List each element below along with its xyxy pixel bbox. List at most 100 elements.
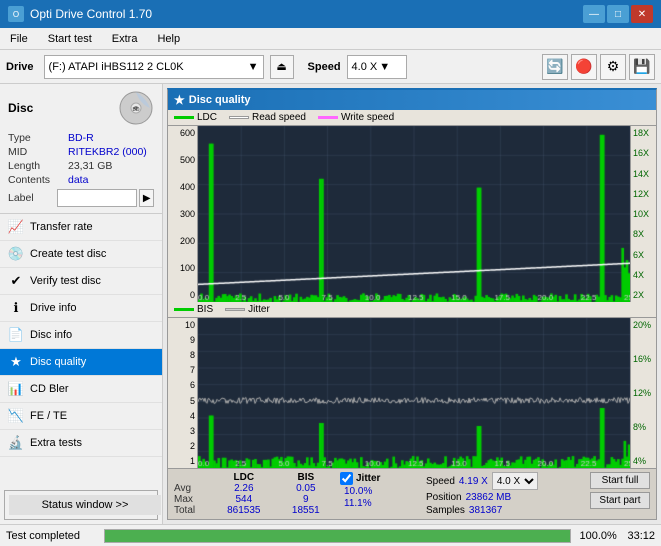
disc-type-row: Type BD-R <box>8 132 154 144</box>
top-chart-y-left: 600 500 400 300 200 100 0 <box>168 126 198 302</box>
jitter-section: Jitter 10.0% 11.1% <box>340 472 420 509</box>
disc-info-icon: 📄 <box>8 327 24 343</box>
disc-mid-row: MID RITEKBR2 (000) <box>8 146 154 158</box>
read-speed-color <box>229 116 249 119</box>
disc-length-label: Length <box>8 160 68 172</box>
top-chart-y-right: 18X 16X 14X 12X 10X 8X 6X 4X 2X <box>630 126 656 302</box>
stats-section: LDC BIS Avg 2.26 0.05 Max 544 9 <box>168 468 656 519</box>
disc-label-input[interactable] <box>57 189 137 207</box>
content-area: ★ Disc quality LDC Read speed Write spee… <box>163 84 661 524</box>
stats-avg-label: Avg <box>174 483 210 494</box>
jitter-checkbox[interactable] <box>340 472 353 485</box>
nav-create-test-disc[interactable]: 💿 Create test disc <box>0 241 162 268</box>
verify-test-disc-icon: ✔ <box>8 273 24 289</box>
bottom-chart-y-right: 20% 16% 12% 8% 4% <box>630 318 656 468</box>
nav-extra-tests-label: Extra tests <box>30 437 82 449</box>
main-layout: Disc BD Type BD-R MID RITEKBR2 (000) Len… <box>0 84 661 524</box>
refresh-button[interactable]: 🔄 <box>542 54 568 80</box>
cd-bler-icon: 📊 <box>8 381 24 397</box>
disc-quality-icon: ★ <box>8 354 24 370</box>
nav-verify-test-disc[interactable]: ✔ Verify test disc <box>0 268 162 295</box>
nav-create-test-disc-label: Create test disc <box>30 248 106 260</box>
status-time: 33:12 <box>627 530 655 542</box>
nav-drive-info-label: Drive info <box>30 302 76 314</box>
stats-total-bis: 18551 <box>278 505 334 516</box>
nav-transfer-rate[interactable]: 📈 Transfer rate <box>0 214 162 241</box>
menu-start-test[interactable]: Start test <box>42 31 98 47</box>
disc-quality-panel: ★ Disc quality LDC Read speed Write spee… <box>167 88 657 520</box>
start-full-button[interactable]: Start full <box>590 472 650 489</box>
drive-label: Drive <box>6 61 34 73</box>
nav-fe-te[interactable]: 📉 FE / TE <box>0 403 162 430</box>
disc-mid-label: MID <box>8 146 68 158</box>
close-button[interactable]: ✕ <box>631 5 653 23</box>
nav-extra-tests[interactable]: 🔬 Extra tests <box>0 430 162 457</box>
menu-help[interactable]: Help <box>151 31 186 47</box>
speed-display: 4.19 X <box>459 476 488 487</box>
status-bar: Test completed 100.0% 33:12 <box>0 524 661 546</box>
jitter-header-row: Jitter <box>340 472 420 485</box>
settings-button[interactable]: ⚙ <box>600 54 626 80</box>
top-chart-main <box>198 126 630 302</box>
bis-color <box>174 308 194 311</box>
panel-header-icon: ★ <box>174 93 185 107</box>
action-buttons: 🔄 🔴 ⚙ 💾 <box>542 54 655 80</box>
stats-max-jitter: 11.1% <box>340 498 420 509</box>
fe-te-icon: 📉 <box>8 408 24 424</box>
disc-label-label: Label <box>8 192 55 204</box>
speed-position-section: Speed 4.19 X 4.0 X 2.0 X 8.0 X Position … <box>426 472 538 516</box>
disc-contents-val: data <box>68 174 88 186</box>
burn-button[interactable]: 🔴 <box>571 54 597 80</box>
nav-disc-quality[interactable]: ★ Disc quality <box>0 349 162 376</box>
disc-length-val: 23,31 GB <box>68 160 112 172</box>
drive-selector[interactable]: (F:) ATAPI iHBS112 2 CL0K ▼ <box>44 55 264 79</box>
bis-label: BIS <box>197 304 213 315</box>
sidebar: Disc BD Type BD-R MID RITEKBR2 (000) Len… <box>0 84 163 524</box>
nav-verify-test-disc-label: Verify test disc <box>30 275 101 287</box>
position-label: Position <box>426 492 462 503</box>
create-test-disc-icon: 💿 <box>8 246 24 262</box>
progress-bar <box>104 529 571 543</box>
stats-empty-header <box>174 472 210 483</box>
maximize-button[interactable]: □ <box>607 5 629 23</box>
svg-text:BD: BD <box>133 107 140 113</box>
menu-extra[interactable]: Extra <box>106 31 144 47</box>
eject-button[interactable]: ⏏ <box>270 55 294 79</box>
title-bar-controls[interactable]: — □ ✕ <box>583 5 653 23</box>
jitter-header-label: Jitter <box>356 473 380 484</box>
speed-select-stat[interactable]: 4.0 X 2.0 X 8.0 X <box>492 472 538 490</box>
nav-disc-info[interactable]: 📄 Disc info <box>0 322 162 349</box>
samples-val: 381367 <box>469 505 502 516</box>
speed-selector[interactable]: 4.0 X ▼ <box>347 55 407 79</box>
disc-contents-row: Contents data <box>8 174 154 186</box>
menu-file[interactable]: File <box>4 31 34 47</box>
label-go-button[interactable]: ▶ <box>139 189 154 207</box>
ldc-label: LDC <box>197 112 217 123</box>
legend-bis: BIS <box>174 304 213 315</box>
nav-drive-info[interactable]: ℹ Drive info <box>0 295 162 322</box>
speed-value: 4.0 X <box>352 61 378 73</box>
disc-title: Disc <box>8 101 33 115</box>
nav-cd-bler[interactable]: 📊 CD Bler <box>0 376 162 403</box>
nav-cd-bler-label: CD Bler <box>30 383 69 395</box>
bottom-chart-main <box>198 318 630 468</box>
status-window-button[interactable]: Status window >> <box>9 495 161 515</box>
stats-max-ldc: 544 <box>210 494 278 505</box>
app-icon: O <box>8 6 24 22</box>
action-buttons-section: Start full Start part <box>590 472 650 509</box>
start-part-button[interactable]: Start part <box>590 492 650 509</box>
nav-section: 📈 Transfer rate 💿 Create test disc ✔ Ver… <box>0 214 162 486</box>
ldc-color <box>174 116 194 119</box>
drive-dropdown-icon: ▼ <box>248 61 259 73</box>
stats-avg-bis: 0.05 <box>278 483 334 494</box>
nav-transfer-rate-label: Transfer rate <box>30 221 93 233</box>
minimize-button[interactable]: — <box>583 5 605 23</box>
stats-row: LDC BIS Avg 2.26 0.05 Max 544 9 <box>174 472 650 516</box>
legend-ldc: LDC <box>174 112 217 123</box>
speed-text-label: Speed <box>426 476 455 487</box>
stats-total-ldc: 861535 <box>210 505 278 516</box>
save-button[interactable]: 💾 <box>629 54 655 80</box>
stats-avg-jitter: 10.0% <box>340 486 420 497</box>
legend-write-speed: Write speed <box>318 112 394 123</box>
stats-total-label: Total <box>174 505 210 516</box>
